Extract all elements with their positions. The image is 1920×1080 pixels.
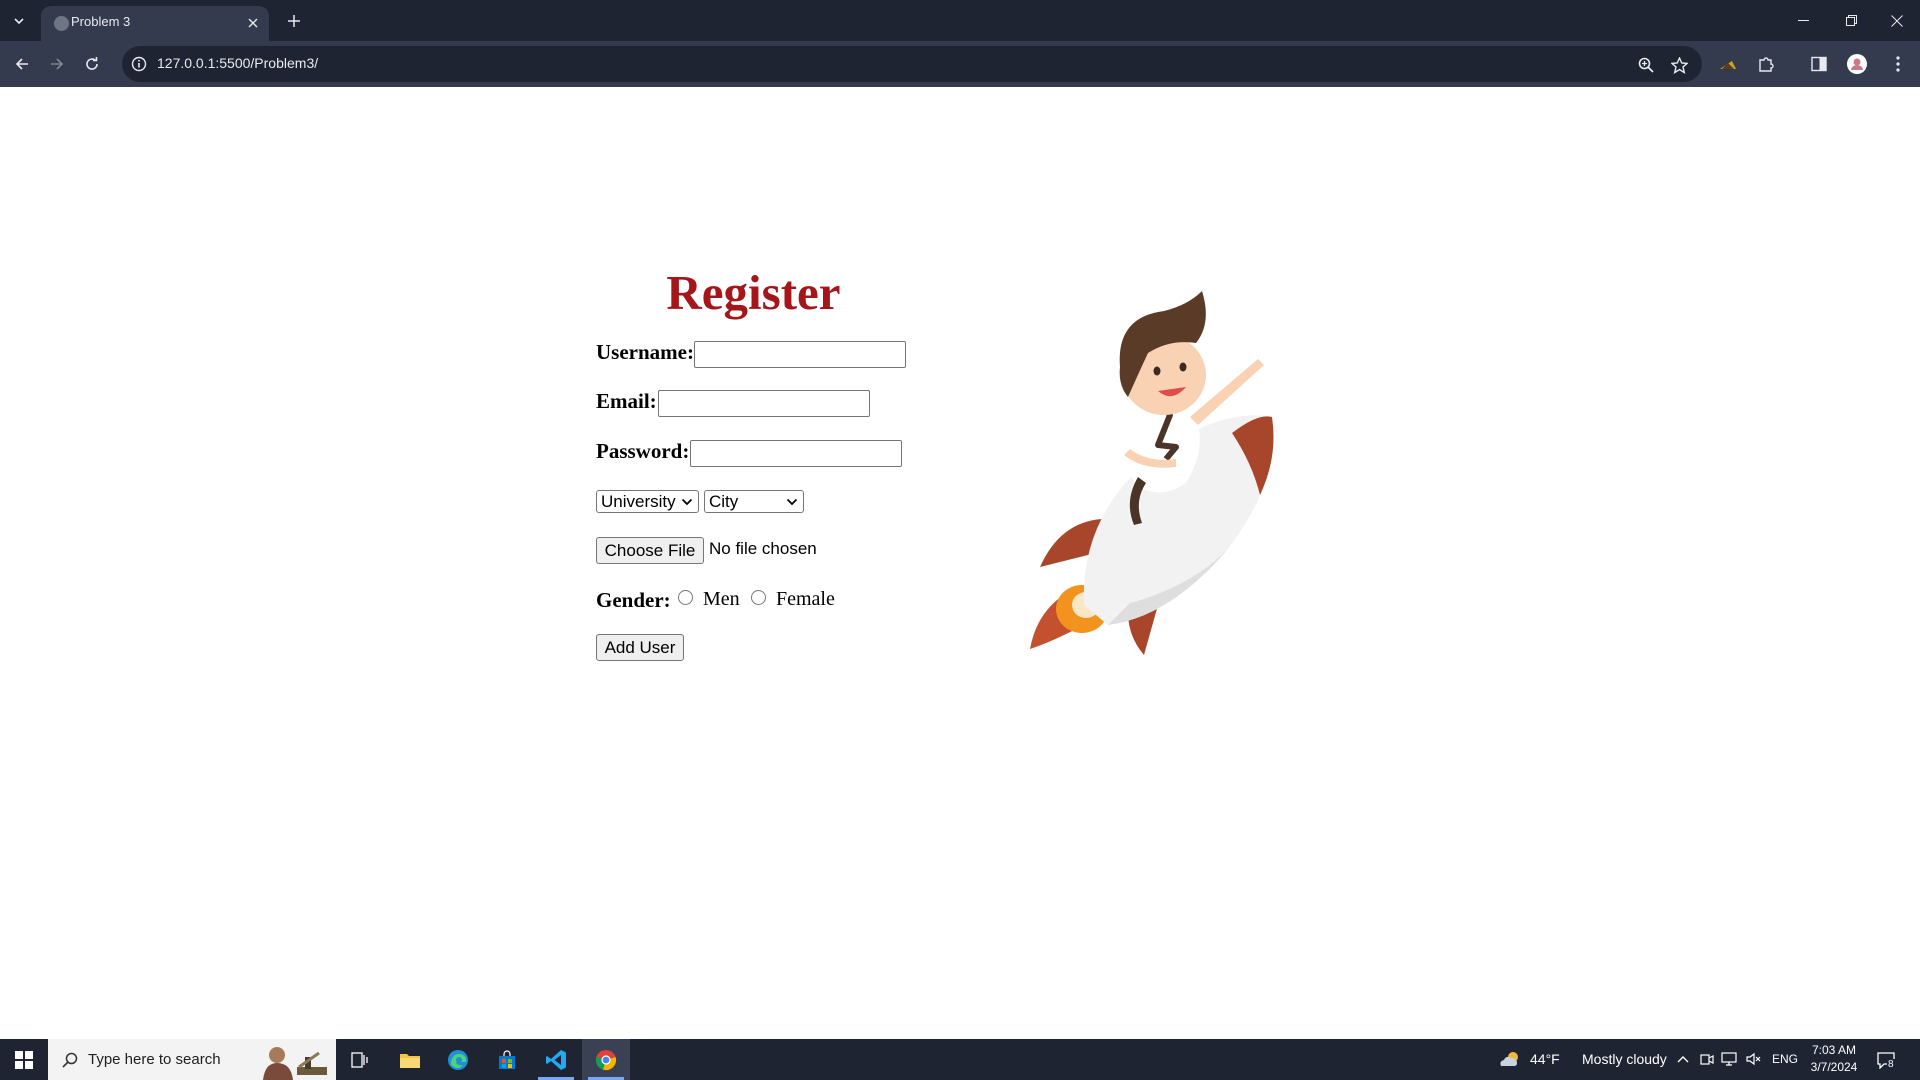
gender-option-female: Female <box>776 588 835 610</box>
gender-radio-men[interactable] <box>678 590 693 605</box>
email-input[interactable] <box>658 390 870 417</box>
gender-option-men: Men <box>703 588 740 610</box>
browser-toolbar: 127.0.0.1:5500/Problem3/ <box>0 41 1920 87</box>
clock-date: 3/7/2024 <box>1810 1060 1858 1074</box>
extension-rocket-icon[interactable] <box>1716 52 1740 76</box>
chrome-icon <box>595 1049 617 1070</box>
task-view-icon <box>351 1051 368 1068</box>
microsoft-store-button[interactable] <box>483 1039 531 1080</box>
browser-tab[interactable]: Problem 3 <box>41 6 269 41</box>
notification-count: 8 <box>1887 1059 1895 1070</box>
tab-search-button[interactable] <box>7 9 31 33</box>
password-input[interactable] <box>690 440 902 467</box>
start-button[interactable] <box>0 1039 48 1080</box>
taskbar-search-box[interactable]: Type here to search <box>48 1039 336 1080</box>
extensions-puzzle-icon[interactable] <box>1754 52 1778 76</box>
username-label: Username: <box>596 340 694 364</box>
task-view-button[interactable] <box>336 1039 384 1080</box>
tab-close-button[interactable] <box>244 14 262 32</box>
page-title: Register <box>666 265 841 320</box>
reload-icon <box>86 57 98 70</box>
edge-browser-button[interactable] <box>434 1039 482 1080</box>
arrow-right-icon <box>51 58 64 70</box>
arrow-left-icon <box>15 58 28 70</box>
forward-button[interactable] <box>43 50 71 78</box>
gender-label: Gender: <box>596 588 671 612</box>
bookmark-star-icon[interactable] <box>1668 54 1690 76</box>
url-text[interactable]: 127.0.0.1:5500/Problem3/ <box>157 55 318 71</box>
close-icon <box>248 18 258 28</box>
rocket-boy-illustration <box>1030 291 1274 655</box>
reload-button[interactable] <box>78 50 106 78</box>
language-indicator[interactable]: ENG <box>1772 1052 1798 1066</box>
search-highlight-art-icon <box>263 1047 327 1080</box>
network-icon[interactable] <box>1719 1049 1739 1069</box>
password-label: Password: <box>596 439 690 463</box>
gender-radio-female[interactable] <box>751 590 766 605</box>
clock-time: 7:03 AM <box>1811 1043 1857 1057</box>
new-tab-button[interactable] <box>281 8 307 34</box>
chevron-down-icon <box>681 498 693 506</box>
windows-taskbar: Type here to search 44°F Mostly cloudy E… <box>0 1039 1920 1080</box>
weather-description[interactable]: Mostly cloudy <box>1582 1051 1667 1067</box>
address-bar[interactable]: 127.0.0.1:5500/Problem3/ <box>122 46 1702 82</box>
zoom-icon[interactable] <box>1635 54 1657 76</box>
university-select[interactable]: University <box>596 490 699 513</box>
windows-logo-icon <box>15 1050 33 1069</box>
vscode-icon <box>546 1049 566 1070</box>
store-bag-icon <box>499 1049 515 1069</box>
chevron-down-icon <box>786 498 798 506</box>
search-placeholder: Type here to search <box>88 1051 221 1068</box>
folder-icon <box>400 1053 420 1068</box>
page-content: Register Username: Email: Password: Univ… <box>0 87 1920 1039</box>
tab-title: Problem 3 <box>71 14 131 29</box>
edge-icon <box>448 1049 468 1070</box>
university-select-value: University <box>601 492 676 511</box>
choose-file-button[interactable]: Choose File <box>596 537 704 564</box>
chevron-up-icon[interactable] <box>1673 1049 1693 1069</box>
weather-temp[interactable]: 44°F <box>1530 1051 1560 1067</box>
vscode-button[interactable] <box>532 1039 580 1080</box>
chrome-button[interactable] <box>582 1039 630 1080</box>
file-explorer-button[interactable] <box>386 1039 434 1080</box>
weather-cloud-icon[interactable] <box>1498 1049 1522 1069</box>
email-label: Email: <box>596 389 657 413</box>
close-window-button[interactable] <box>1874 0 1920 41</box>
file-status-text: No file chosen <box>709 539 817 558</box>
side-panel-icon[interactable] <box>1807 52 1831 76</box>
search-icon <box>60 1050 80 1070</box>
system-clock[interactable]: 7:03 AM 3/7/2024 <box>1802 1042 1866 1076</box>
minimize-button[interactable] <box>1780 0 1826 41</box>
globe-icon <box>54 16 69 31</box>
meet-now-icon[interactable] <box>1697 1049 1717 1069</box>
close-icon <box>1891 14 1903 27</box>
volume-muted-icon[interactable] <box>1744 1049 1764 1069</box>
city-select[interactable]: City <box>704 490 804 513</box>
city-select-value: City <box>709 492 739 511</box>
notification-center-button[interactable]: 8 <box>1874 1048 1898 1072</box>
plus-icon <box>288 15 300 27</box>
site-info-icon[interactable] <box>130 55 148 73</box>
profile-avatar-icon[interactable] <box>1845 52 1869 76</box>
username-input[interactable] <box>694 341 906 368</box>
more-menu-icon[interactable] <box>1886 52 1910 76</box>
back-button[interactable] <box>8 50 36 78</box>
browser-titlebar: Problem 3 <box>0 0 1920 41</box>
restore-icon <box>1845 15 1857 26</box>
minimize-icon <box>1797 20 1809 21</box>
restore-button[interactable] <box>1828 0 1874 41</box>
chevron-down-icon <box>14 18 24 25</box>
add-user-button[interactable]: Add User <box>596 634 684 661</box>
